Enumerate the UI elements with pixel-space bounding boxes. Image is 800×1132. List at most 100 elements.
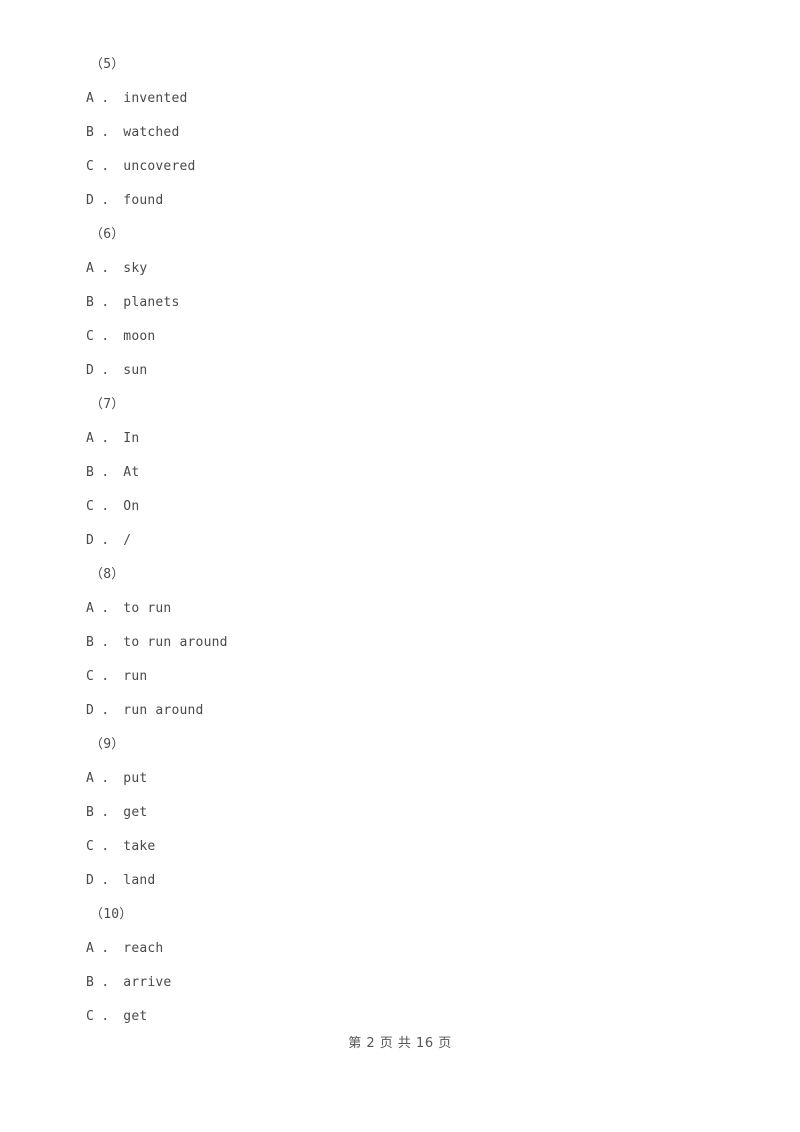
option-separator: ．: [102, 1009, 116, 1024]
answer-option[interactable]: C ． get: [86, 1000, 726, 1034]
option-letter: C: [86, 839, 95, 854]
question-group: （5） A ． invented B ． watched C ． uncovered D…: [86, 48, 726, 218]
answer-option[interactable]: C ． run: [86, 660, 726, 694]
option-text: run around: [123, 703, 204, 718]
question-list: （5） A ． invented B ． watched C ． uncovered D…: [86, 48, 726, 1034]
option-text: /: [123, 533, 132, 548]
option-letter: C: [86, 1009, 95, 1024]
option-letter: A: [86, 941, 95, 956]
option-letter: A: [86, 431, 95, 446]
option-text: invented: [123, 91, 188, 106]
answer-option[interactable]: B ． At: [86, 456, 726, 490]
question-number: （7）: [90, 397, 125, 412]
option-separator: ．: [102, 635, 116, 650]
answer-option[interactable]: D ． found: [86, 184, 726, 218]
answer-option[interactable]: D ． sun: [86, 354, 726, 388]
question-group: （8） A ． to run B ． to run around C ． run D ．…: [86, 558, 726, 728]
answer-option[interactable]: B ． to run around: [86, 626, 726, 660]
option-text: watched: [123, 125, 180, 140]
option-separator: ．: [102, 873, 116, 888]
answer-option[interactable]: B ． get: [86, 796, 726, 830]
answer-option[interactable]: B ． arrive: [86, 966, 726, 1000]
option-text: At: [123, 465, 140, 480]
answer-option[interactable]: D ． /: [86, 524, 726, 558]
answer-option[interactable]: C ． moon: [86, 320, 726, 354]
answer-option[interactable]: A ． invented: [86, 82, 726, 116]
option-letter: C: [86, 159, 95, 174]
option-separator: ．: [102, 329, 116, 344]
option-separator: ．: [102, 465, 116, 480]
option-letter: A: [86, 91, 95, 106]
option-text: land: [123, 873, 156, 888]
option-separator: ．: [102, 533, 116, 548]
option-letter: B: [86, 465, 95, 480]
option-text: to run around: [123, 635, 228, 650]
option-separator: ．: [102, 669, 116, 684]
option-letter: C: [86, 669, 95, 684]
option-letter: B: [86, 295, 95, 310]
answer-option[interactable]: D ． run around: [86, 694, 726, 728]
option-text: sky: [123, 261, 148, 276]
option-separator: ．: [102, 363, 116, 378]
question-number: （10）: [90, 907, 133, 922]
option-separator: ．: [102, 193, 116, 208]
option-text: planets: [123, 295, 180, 310]
option-letter: D: [86, 703, 95, 718]
answer-option[interactable]: D ． land: [86, 864, 726, 898]
option-letter: C: [86, 499, 95, 514]
option-separator: ．: [102, 941, 116, 956]
answer-option[interactable]: A ． to run: [86, 592, 726, 626]
option-letter: C: [86, 329, 95, 344]
document-page: （5） A ． invented B ． watched C ． uncovered D…: [0, 0, 800, 1132]
option-letter: A: [86, 771, 95, 786]
answer-option[interactable]: C ． uncovered: [86, 150, 726, 184]
page-footer: 第 2 页 共 16 页: [348, 1036, 452, 1051]
option-separator: ．: [102, 295, 116, 310]
option-letter: B: [86, 805, 95, 820]
option-text: take: [123, 839, 156, 854]
option-separator: ．: [102, 91, 116, 106]
option-letter: B: [86, 635, 95, 650]
question-number: （8）: [90, 567, 125, 582]
option-letter: B: [86, 125, 95, 140]
option-letter: D: [86, 193, 95, 208]
option-text: put: [123, 771, 148, 786]
option-separator: ．: [102, 125, 116, 140]
option-separator: ．: [102, 499, 116, 514]
answer-option[interactable]: A ． reach: [86, 932, 726, 966]
option-text: to run: [123, 601, 172, 616]
answer-option[interactable]: B ． watched: [86, 116, 726, 150]
option-separator: ．: [102, 839, 116, 854]
option-separator: ．: [102, 601, 116, 616]
question-number: （6）: [90, 227, 125, 242]
option-letter: D: [86, 533, 95, 548]
question-number: （9）: [90, 737, 125, 752]
option-separator: ．: [102, 159, 116, 174]
option-text: get: [123, 805, 148, 820]
option-text: found: [123, 193, 164, 208]
option-text: In: [123, 431, 140, 446]
answer-option[interactable]: B ． planets: [86, 286, 726, 320]
option-text: arrive: [123, 975, 172, 990]
question-group: （7） A ． In B ． At C ． On D ． /: [86, 388, 726, 558]
option-letter: B: [86, 975, 95, 990]
option-text: reach: [123, 941, 164, 956]
question-number: （5）: [90, 57, 125, 72]
option-separator: ．: [102, 805, 116, 820]
option-letter: A: [86, 601, 95, 616]
option-letter: D: [86, 873, 95, 888]
question-group: （10） A ． reach B ． arrive C ． get: [86, 898, 726, 1034]
option-text: get: [123, 1009, 148, 1024]
option-text: sun: [123, 363, 148, 378]
option-text: uncovered: [123, 159, 196, 174]
answer-option[interactable]: A ． put: [86, 762, 726, 796]
answer-option[interactable]: A ． sky: [86, 252, 726, 286]
option-letter: D: [86, 363, 95, 378]
option-letter: A: [86, 261, 95, 276]
option-text: moon: [123, 329, 156, 344]
answer-option[interactable]: C ． On: [86, 490, 726, 524]
option-separator: ．: [102, 771, 116, 786]
answer-option[interactable]: C ． take: [86, 830, 726, 864]
answer-option[interactable]: A ． In: [86, 422, 726, 456]
question-group: （9） A ． put B ． get C ． take D ． land: [86, 728, 726, 898]
